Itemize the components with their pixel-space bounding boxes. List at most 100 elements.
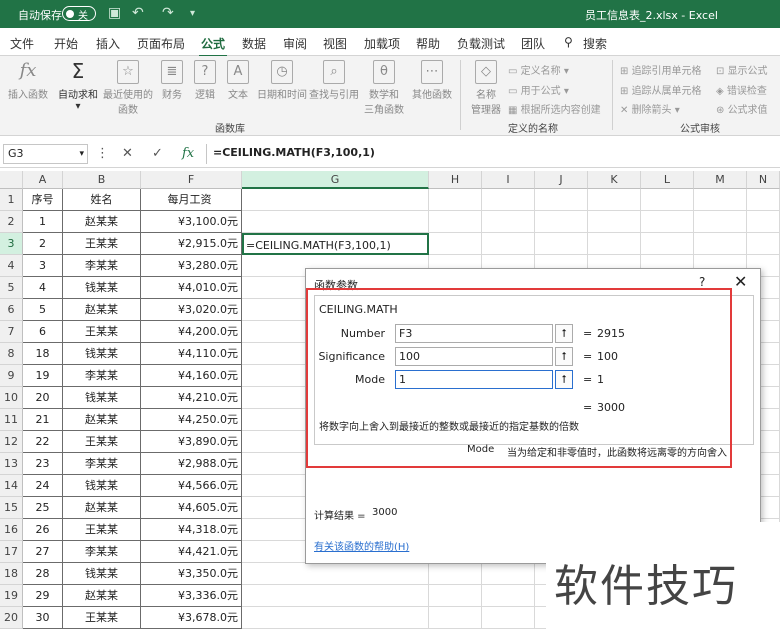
table-cell[interactable]: 钱某某 bbox=[63, 277, 141, 299]
table-cell[interactable]: 19 bbox=[23, 365, 63, 387]
empty-cell[interactable] bbox=[242, 607, 429, 629]
column-header[interactable]: K bbox=[588, 171, 641, 189]
column-header[interactable]: G bbox=[242, 171, 429, 189]
header-cell[interactable]: 姓名 bbox=[63, 189, 141, 211]
empty-cell[interactable] bbox=[482, 607, 535, 629]
active-cell-g3[interactable]: =CEILING.MATH(F3,100,1) bbox=[242, 233, 429, 255]
table-cell[interactable]: 赵某某 bbox=[63, 299, 141, 321]
evaluate-formula-button[interactable]: ⊛ 公式求值 bbox=[716, 101, 768, 116]
table-cell[interactable]: 1 bbox=[23, 211, 63, 233]
row-header[interactable]: 1 bbox=[0, 189, 23, 211]
trace-dependents-button[interactable]: ⊞ 追踪从属单元格 bbox=[620, 82, 702, 97]
table-cell[interactable]: 25 bbox=[23, 497, 63, 519]
column-header[interactable]: N bbox=[747, 171, 780, 189]
row-header[interactable]: 15 bbox=[0, 497, 23, 519]
table-cell[interactable]: 王某某 bbox=[63, 321, 141, 343]
table-cell[interactable]: ¥3,280.0元 bbox=[141, 255, 242, 277]
table-cell[interactable]: 李某某 bbox=[63, 541, 141, 563]
tab-help[interactable]: 帮助 bbox=[416, 35, 440, 52]
table-cell[interactable]: 30 bbox=[23, 607, 63, 629]
table-cell[interactable]: 钱某某 bbox=[63, 343, 141, 365]
tab-insert[interactable]: 插入 bbox=[96, 35, 120, 52]
empty-cell[interactable] bbox=[641, 211, 694, 233]
empty-cell[interactable] bbox=[588, 189, 641, 211]
empty-cell[interactable] bbox=[429, 211, 482, 233]
empty-cell[interactable] bbox=[641, 189, 694, 211]
table-cell[interactable]: ¥4,566.0元 bbox=[141, 475, 242, 497]
empty-cell[interactable] bbox=[429, 607, 482, 629]
empty-cell[interactable] bbox=[482, 189, 535, 211]
row-header[interactable]: 19 bbox=[0, 585, 23, 607]
name-box[interactable]: G3 ▾ bbox=[3, 144, 88, 164]
autosum-button[interactable]: Σ 自动求和 ▾ bbox=[56, 60, 100, 112]
search-icon[interactable]: ⚲ bbox=[564, 35, 573, 49]
create-from-selection-button[interactable]: ▦ 根据所选内容创建 bbox=[508, 101, 601, 116]
table-cell[interactable]: 18 bbox=[23, 343, 63, 365]
formula-input[interactable]: =CEILING.MATH(F3,100,1) bbox=[206, 144, 780, 164]
table-cell[interactable]: ¥3,020.0元 bbox=[141, 299, 242, 321]
table-cell[interactable]: 2 bbox=[23, 233, 63, 255]
row-header[interactable]: 18 bbox=[0, 563, 23, 585]
table-cell[interactable]: 21 bbox=[23, 409, 63, 431]
close-icon[interactable]: ✕ bbox=[734, 272, 747, 291]
help-icon[interactable]: ? bbox=[699, 275, 705, 289]
redo-icon[interactable]: ↷ bbox=[162, 5, 174, 21]
tab-review[interactable]: 审阅 bbox=[283, 35, 307, 52]
table-cell[interactable]: 钱某某 bbox=[63, 475, 141, 497]
use-in-formula-button[interactable]: ▭ 用于公式 ▾ bbox=[508, 82, 569, 97]
header-cell[interactable]: 每月工资 bbox=[141, 189, 242, 211]
table-cell[interactable]: ¥2,988.0元 bbox=[141, 453, 242, 475]
table-cell[interactable]: 赵某某 bbox=[63, 497, 141, 519]
name-manager-button[interactable]: ◇ 名称 管理器 bbox=[466, 60, 506, 116]
table-cell[interactable]: 26 bbox=[23, 519, 63, 541]
column-header[interactable]: L bbox=[641, 171, 694, 189]
table-cell[interactable]: ¥4,210.0元 bbox=[141, 387, 242, 409]
empty-cell[interactable] bbox=[482, 233, 535, 255]
table-cell[interactable]: ¥4,250.0元 bbox=[141, 409, 242, 431]
row-header[interactable]: 9 bbox=[0, 365, 23, 387]
cancel-icon[interactable]: ✕ bbox=[122, 146, 133, 161]
column-header[interactable]: F bbox=[141, 171, 242, 189]
column-header[interactable]: M bbox=[694, 171, 747, 189]
table-cell[interactable]: 王某某 bbox=[63, 607, 141, 629]
table-cell[interactable]: 22 bbox=[23, 431, 63, 453]
table-cell[interactable]: ¥4,010.0元 bbox=[141, 277, 242, 299]
tab-home[interactable]: 开始 bbox=[54, 35, 78, 52]
text-button[interactable]: A 文本 bbox=[223, 60, 253, 101]
empty-cell[interactable] bbox=[535, 189, 588, 211]
enter-icon[interactable]: ✓ bbox=[152, 146, 163, 161]
empty-cell[interactable] bbox=[694, 211, 747, 233]
save-icon[interactable]: ▣ bbox=[108, 5, 121, 21]
help-link[interactable]: 有关该函数的帮助(H) bbox=[314, 538, 409, 553]
empty-cell[interactable] bbox=[747, 189, 780, 211]
table-cell[interactable]: ¥4,318.0元 bbox=[141, 519, 242, 541]
table-cell[interactable]: 钱某某 bbox=[63, 387, 141, 409]
row-header[interactable]: 3 bbox=[0, 233, 23, 255]
empty-cell[interactable] bbox=[535, 233, 588, 255]
tab-load-test[interactable]: 负载测试 bbox=[457, 35, 505, 52]
empty-cell[interactable] bbox=[429, 189, 482, 211]
empty-cell[interactable] bbox=[694, 233, 747, 255]
table-cell[interactable]: 李某某 bbox=[63, 365, 141, 387]
table-cell[interactable]: 23 bbox=[23, 453, 63, 475]
column-header[interactable]: B bbox=[63, 171, 141, 189]
lookup-button[interactable]: ⌕ 查找与引用 bbox=[308, 60, 360, 101]
table-cell[interactable]: ¥4,110.0元 bbox=[141, 343, 242, 365]
header-cell[interactable]: 序号 bbox=[23, 189, 63, 211]
empty-cell[interactable] bbox=[242, 563, 429, 585]
trace-precedents-button[interactable]: ⊞ 追踪引用单元格 bbox=[620, 62, 702, 77]
tab-view[interactable]: 视图 bbox=[323, 35, 347, 52]
tab-file[interactable]: 文件 bbox=[10, 35, 34, 52]
table-cell[interactable]: ¥2,915.0元 bbox=[141, 233, 242, 255]
table-cell[interactable]: ¥3,350.0元 bbox=[141, 563, 242, 585]
tab-page-layout[interactable]: 页面布局 bbox=[137, 35, 185, 52]
error-checking-button[interactable]: ◈ 错误检查 bbox=[716, 82, 767, 97]
empty-cell[interactable] bbox=[694, 189, 747, 211]
tab-data[interactable]: 数据 bbox=[242, 35, 266, 52]
row-header[interactable]: 7 bbox=[0, 321, 23, 343]
row-header[interactable]: 12 bbox=[0, 431, 23, 453]
empty-cell[interactable] bbox=[747, 211, 780, 233]
row-header[interactable]: 4 bbox=[0, 255, 23, 277]
fx-icon[interactable]: fx bbox=[182, 146, 194, 161]
table-cell[interactable]: 5 bbox=[23, 299, 63, 321]
